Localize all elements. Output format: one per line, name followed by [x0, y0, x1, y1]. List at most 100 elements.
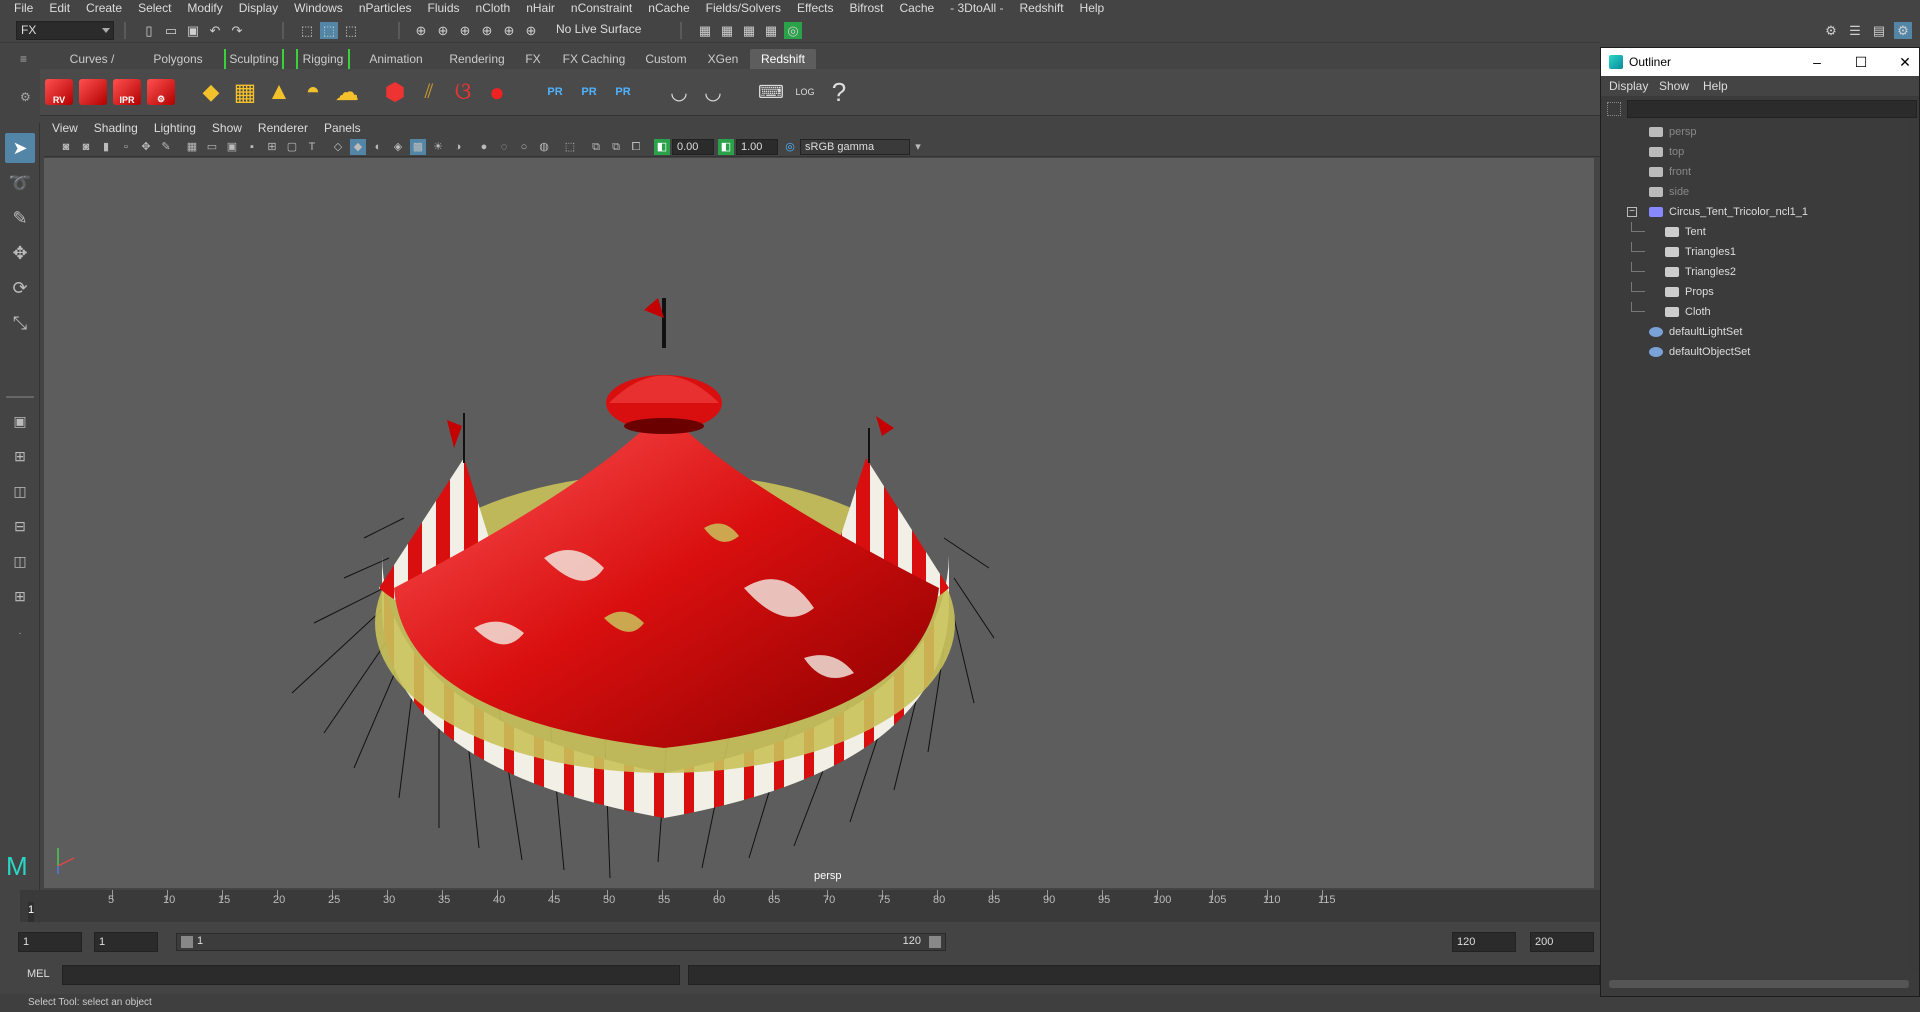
menu-nparticles[interactable]: nParticles	[351, 0, 420, 17]
field-chart-icon[interactable]: ⊞	[264, 139, 280, 155]
close-icon[interactable]: ✕	[1895, 52, 1915, 72]
film-gate-icon[interactable]: ▭	[204, 139, 220, 155]
tab-rigging[interactable]: Rigging	[296, 49, 350, 69]
gamma-field[interactable]: 1.00	[736, 139, 778, 155]
exposure-field[interactable]: 0.00	[672, 139, 714, 155]
tab-animation[interactable]: Animation	[362, 49, 430, 69]
snap-grid-icon[interactable]: ⊕	[412, 22, 430, 39]
rs-bowl-button[interactable]: ◡	[664, 75, 694, 109]
animation-end-field[interactable]: 200	[1530, 932, 1594, 952]
tab-sculpting[interactable]: Sculpting	[224, 49, 284, 69]
anti-aliasing-icon[interactable]: ○	[516, 139, 532, 155]
outliner-menu-help[interactable]: Help	[1703, 79, 1728, 93]
camera-select-icon[interactable]: ◙	[58, 139, 74, 155]
outliner-vertical-scrollbar[interactable]	[1909, 122, 1917, 972]
outliner-item-circus-tent-tricolor-ncl1-1[interactable]: − Circus_Tent_Tricolor_ncl1_1	[1603, 202, 1903, 222]
move-tool-icon[interactable]: ✥	[5, 238, 35, 268]
tab-rendering[interactable]: Rendering	[442, 49, 512, 69]
panel-menu-lighting[interactable]: Lighting	[146, 121, 204, 135]
rs-code-button[interactable]: ⌨	[756, 75, 786, 109]
menu-ncache[interactable]: nCache	[640, 0, 697, 17]
tab-custom[interactable]: Custom	[638, 49, 694, 69]
menu-effects[interactable]: Effects	[789, 0, 841, 17]
maximize-icon[interactable]: ☐	[1851, 52, 1871, 72]
select-tool-icon[interactable]: ➤	[5, 133, 35, 163]
gamma-icon[interactable]: ◧	[718, 139, 734, 155]
collapse-icon[interactable]: −	[1627, 207, 1637, 217]
menu-create[interactable]: Create	[78, 0, 130, 17]
menu-edit[interactable]: Edit	[41, 0, 78, 17]
textured-icon[interactable]: ▩	[410, 139, 426, 155]
persp-outliner-layout-icon[interactable]: ◫	[5, 476, 35, 506]
playback-end-field[interactable]: 120	[1452, 932, 1516, 952]
resolution-gate-icon[interactable]: ▣	[224, 139, 240, 155]
rs-ipr-button[interactable]: IPR	[112, 75, 142, 109]
tab-fx-caching[interactable]: FX Caching	[554, 49, 634, 69]
shelf-settings-icon[interactable]: ⚙	[20, 90, 34, 104]
outliner-item-cloth[interactable]: Cloth	[1603, 302, 1903, 322]
outliner-menu-display[interactable]: Display	[1609, 79, 1648, 93]
menu-display[interactable]: Display	[231, 0, 286, 17]
outliner-item-side[interactable]: side	[1603, 182, 1903, 202]
command-language-label[interactable]: MEL	[27, 968, 50, 980]
menu-nconstraint[interactable]: nConstraint	[563, 0, 640, 17]
use-all-lights-icon[interactable]: ☀	[430, 139, 446, 155]
menu-fluids[interactable]: Fluids	[420, 0, 468, 17]
live-surface-field[interactable]: No Live Surface	[552, 21, 656, 40]
four-view-layout-icon[interactable]: ⊞	[5, 441, 35, 471]
menu-redshift[interactable]: Redshift	[1012, 0, 1072, 17]
layout-options-icon[interactable]: ·	[5, 618, 35, 648]
outliner-item-persp[interactable]: persp	[1603, 122, 1903, 142]
hypershade-icon[interactable]: ▦	[762, 22, 780, 39]
motion-blur-icon[interactable]: ◌	[496, 139, 512, 155]
outliner-search-input[interactable]	[1627, 100, 1917, 118]
outliner-horizontal-scrollbar[interactable]	[1609, 980, 1909, 988]
xray-icon[interactable]: ⧉	[588, 139, 604, 155]
rs-bowl2-button[interactable]: ◡	[698, 75, 728, 109]
grease-pencil-icon[interactable]: ✎	[158, 139, 174, 155]
outliner-menu-show[interactable]: Show	[1659, 79, 1689, 93]
outliner-item-tent[interactable]: Tent	[1603, 222, 1903, 242]
redo-icon[interactable]: ↷	[228, 22, 246, 39]
tab-redshift[interactable]: Redshift	[750, 49, 816, 69]
workspace-icon[interactable]: ⚙	[1822, 22, 1840, 39]
minimize-icon[interactable]: –	[1807, 52, 1827, 72]
playback-range-bar[interactable]: 1 120	[176, 933, 946, 951]
image-plane-icon[interactable]: ▫	[118, 139, 134, 155]
rs-help-button[interactable]: ?	[824, 75, 854, 109]
rs-pr-swap-button[interactable]: PR	[608, 75, 638, 109]
rs-render-view-button[interactable]: RV	[44, 75, 74, 109]
screen-space-ao-icon[interactable]: ●	[476, 139, 492, 155]
range-start-handle[interactable]	[181, 936, 193, 948]
shelf-menu-icon[interactable]: ≡	[20, 52, 32, 66]
tab-polygons[interactable]: Polygons	[150, 49, 206, 69]
snap-view-icon[interactable]: ⊕	[478, 22, 496, 39]
select-component-icon[interactable]: ⬚	[342, 22, 360, 39]
persp-graph-layout-icon[interactable]: ⊟	[5, 511, 35, 541]
wireframe-on-shaded-icon[interactable]: ◈	[390, 139, 406, 155]
two-d-pan-icon[interactable]: ✥	[138, 139, 154, 155]
attribute-editor-icon[interactable]: ▤	[1870, 22, 1888, 39]
scale-tool-icon[interactable]: ⤡	[5, 308, 35, 338]
snap-vertex-icon[interactable]: ⊕	[522, 22, 540, 39]
rs-pr-import-button[interactable]: PR	[574, 75, 604, 109]
isolate-select-icon[interactable]: ⬚	[562, 139, 578, 155]
panel-menu-shading[interactable]: Shading	[86, 121, 146, 135]
render-settings-icon[interactable]: ▦	[740, 22, 758, 39]
filter-icon[interactable]	[1607, 102, 1621, 116]
rs-proxy-button[interactable]: ⬢	[380, 75, 410, 109]
hypershade-layout-icon[interactable]: ◫	[5, 546, 35, 576]
open-scene-icon[interactable]: ▭	[162, 22, 180, 39]
rs-settings-button[interactable]: ⚙	[146, 75, 176, 109]
menu-help[interactable]: Help	[1072, 0, 1113, 17]
menu-select[interactable]: Select	[130, 0, 179, 17]
panel-menu-renderer[interactable]: Renderer	[250, 121, 316, 135]
rotate-tool-icon[interactable]: ⟳	[5, 273, 35, 303]
rs-pr-export-button[interactable]: PR	[540, 75, 570, 109]
rs-portal-light-button[interactable]: ▦	[230, 75, 260, 109]
menu-ncloth[interactable]: nCloth	[468, 0, 519, 17]
panel-menu-show[interactable]: Show	[204, 121, 250, 135]
snap-point-icon[interactable]: ⊕	[456, 22, 474, 39]
persp-uv-layout-icon[interactable]: ⊞	[5, 581, 35, 611]
menu-fields-solvers[interactable]: Fields/Solvers	[698, 0, 789, 17]
